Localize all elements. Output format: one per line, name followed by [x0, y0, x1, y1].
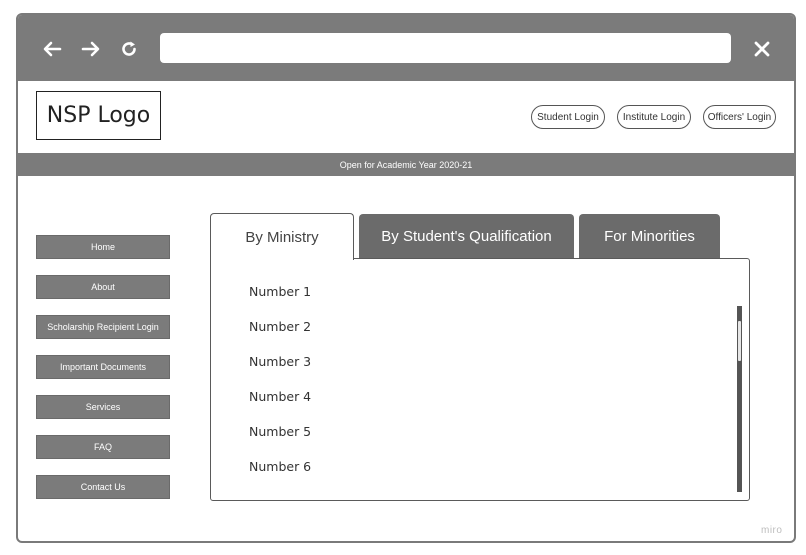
- back-button[interactable]: [40, 37, 64, 61]
- sidebar-item-about[interactable]: About: [36, 275, 170, 299]
- list-item[interactable]: Number 6: [249, 459, 311, 474]
- close-button[interactable]: [750, 37, 774, 61]
- site-logo: NSP Logo: [36, 91, 161, 140]
- reload-icon: [122, 41, 136, 56]
- tab-by-ministry[interactable]: By Ministry: [210, 213, 354, 260]
- close-icon: [754, 41, 770, 57]
- list-item[interactable]: Number 2: [249, 319, 311, 334]
- student-login-button[interactable]: Student Login: [531, 105, 605, 129]
- institute-login-button[interactable]: Institute Login: [617, 105, 691, 129]
- sidebar-item-contact-us[interactable]: Contact Us: [36, 475, 170, 499]
- tab-label: For Minorities: [604, 228, 695, 245]
- sidebar-item-services[interactable]: Services: [36, 395, 170, 419]
- tab-by-students-qualification[interactable]: By Student's Qualification: [359, 214, 574, 259]
- tab-label: By Student's Qualification: [381, 228, 552, 245]
- reload-button[interactable]: [117, 37, 141, 61]
- announcement-banner: Open for Academic Year 2020-21: [18, 153, 794, 176]
- browser-toolbar: [18, 15, 794, 81]
- tab-for-minorities[interactable]: For Minorities: [579, 214, 720, 259]
- browser-window: NSP Logo Student Login Institute Login O…: [16, 13, 796, 543]
- url-bar[interactable]: [160, 33, 731, 63]
- list-item[interactable]: Number 3: [249, 354, 311, 369]
- sidebar-item-scholarship-recipient-login[interactable]: Scholarship Recipient Login: [36, 315, 170, 339]
- officers-login-button[interactable]: Officers' Login: [703, 105, 776, 129]
- tab-content-panel: Number 1 Number 2 Number 3 Number 4 Numb…: [210, 258, 750, 501]
- sidebar-item-faq[interactable]: FAQ: [36, 435, 170, 459]
- tab-label: By Ministry: [245, 228, 319, 246]
- sidebar-item-home[interactable]: Home: [36, 235, 170, 259]
- list-item[interactable]: Number 1: [249, 284, 311, 299]
- sidebar-item-important-documents[interactable]: Important Documents: [36, 355, 170, 379]
- arrow-right-icon: [81, 41, 100, 57]
- list-item[interactable]: Number 4: [249, 389, 311, 404]
- watermark: miro: [761, 525, 783, 536]
- scrollbar-thumb[interactable]: [738, 321, 741, 361]
- banner-text: Open for Academic Year 2020-21: [339, 159, 473, 170]
- site-header: NSP Logo Student Login Institute Login O…: [18, 81, 794, 154]
- arrow-left-icon: [43, 41, 62, 57]
- list-item[interactable]: Number 5: [249, 424, 311, 439]
- forward-button[interactable]: [79, 37, 103, 61]
